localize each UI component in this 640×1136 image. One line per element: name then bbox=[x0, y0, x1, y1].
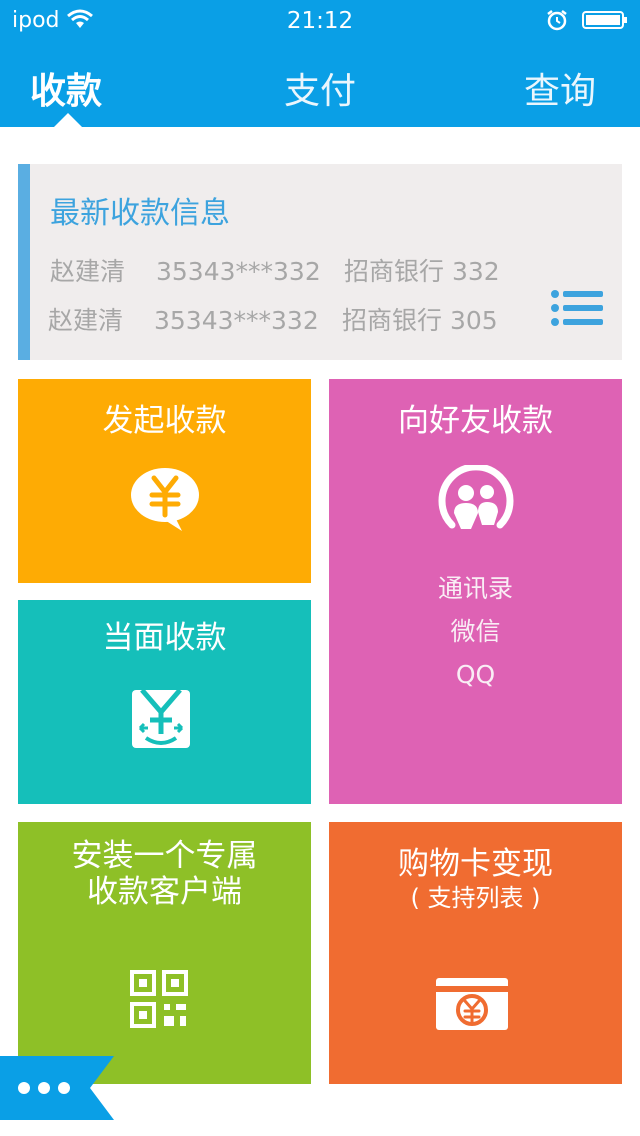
payment-row: 赵建清 35343***332 招商银行 332 bbox=[50, 252, 500, 288]
wechat-option[interactable]: 微信 bbox=[329, 610, 622, 653]
tile-title: 发起收款 bbox=[102, 403, 227, 439]
bank-info: 招商银行 305 bbox=[342, 306, 498, 335]
qr-code-icon bbox=[130, 970, 188, 1028]
tile-title: 向好友收款 bbox=[398, 403, 553, 439]
face-to-face-icon bbox=[132, 690, 190, 748]
gift-card-cashout-tile[interactable]: 购物卡变现 ( 支持列表 ) bbox=[329, 822, 622, 1084]
install-client-tile[interactable]: 安装一个专属 收款客户端 bbox=[18, 822, 311, 1084]
tab-query[interactable]: 查询 bbox=[524, 62, 596, 114]
latest-payment-title: 最新收款信息 bbox=[50, 196, 230, 231]
tab-collect[interactable]: 收款 bbox=[30, 62, 102, 114]
bank-info: 招商银行 332 bbox=[344, 257, 500, 286]
payment-row: 赵建清 35343***332 招商银行 305 bbox=[48, 301, 498, 337]
tile-title: 购物卡变现 bbox=[398, 846, 553, 882]
active-tab-indicator bbox=[54, 113, 82, 127]
supported-list-link[interactable]: ( 支持列表 ) bbox=[329, 878, 622, 913]
friend-payment-tile[interactable]: 向好友收款 通讯录 微信 QQ bbox=[329, 379, 622, 804]
qq-option[interactable]: QQ bbox=[329, 653, 622, 696]
list-icon[interactable] bbox=[551, 290, 603, 326]
contacts-icon bbox=[438, 465, 514, 529]
tab-pay[interactable]: 支付 bbox=[284, 62, 356, 114]
tile-title-line: 收款客户端 bbox=[87, 874, 242, 910]
more-menu-button[interactable] bbox=[0, 1056, 114, 1120]
clock: 21:12 bbox=[286, 8, 354, 34]
contacts-option[interactable]: 通讯录 bbox=[329, 567, 622, 610]
account-number: 35343***332 bbox=[154, 306, 319, 335]
latest-payment-card[interactable]: 最新收款信息 赵建清 35343***332 招商银行 332 赵建清 35343**… bbox=[18, 164, 622, 360]
tile-title-line: 安装一个专属 bbox=[71, 838, 258, 874]
yuan-card-icon bbox=[436, 978, 508, 1030]
payer-name: 赵建清 bbox=[50, 257, 126, 286]
face-to-face-tile[interactable]: 当面收款 bbox=[18, 600, 311, 804]
tile-title: 当面收款 bbox=[102, 620, 227, 656]
yuan-speech-bubble-icon bbox=[131, 468, 199, 531]
more-dots-icon bbox=[18, 1082, 30, 1094]
initiate-payment-tile[interactable]: 发起收款 bbox=[18, 379, 311, 583]
friend-channel-list: 通讯录 微信 QQ bbox=[329, 567, 622, 696]
payer-name: 赵建清 bbox=[48, 306, 124, 335]
alarm-icon bbox=[547, 10, 567, 31]
app-header: ipod 21:12 收款 支付 查询 bbox=[0, 0, 640, 127]
battery-icon bbox=[582, 11, 627, 29]
status-bar: ipod 21:12 bbox=[0, 0, 640, 40]
account-number: 35343***332 bbox=[156, 257, 321, 286]
tile-title: 安装一个专属 收款客户端 bbox=[18, 838, 311, 910]
